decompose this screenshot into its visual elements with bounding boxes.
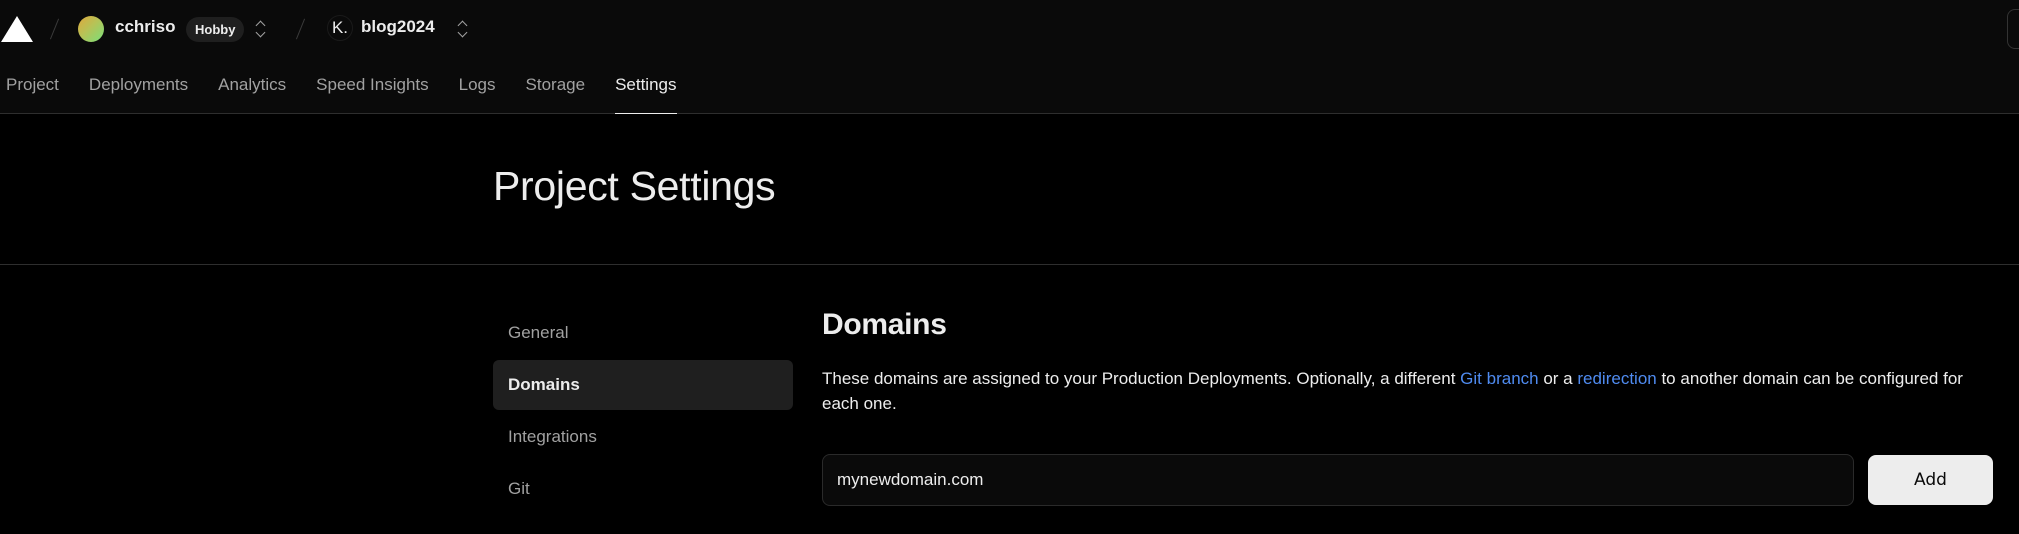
- sidebar-item-git[interactable]: Git: [493, 464, 793, 514]
- page-header: Project Settings: [0, 114, 2019, 265]
- sidebar-item-general[interactable]: General: [493, 308, 793, 358]
- settings-sidebar: General Domains Integrations Git: [493, 308, 793, 516]
- project-icon: K.: [327, 15, 353, 41]
- description-text: or a: [1538, 369, 1578, 388]
- section-title: Domains: [822, 308, 947, 341]
- domains-section: Domains These domains are assigned to yo…: [822, 300, 1997, 506]
- page-title: Project Settings: [493, 163, 776, 209]
- git-branch-link[interactable]: Git branch: [1460, 369, 1538, 388]
- add-domain-button[interactable]: Add: [1868, 455, 1993, 505]
- tab-speed-insights[interactable]: Speed Insights: [301, 58, 443, 114]
- slash-separator-icon: [295, 18, 306, 40]
- team-avatar[interactable]: [78, 16, 104, 42]
- top-bar: cchriso Hobby K. blog2024 Project Deploy…: [0, 0, 2019, 115]
- plan-badge: Hobby: [186, 17, 245, 42]
- redirection-link[interactable]: redirection: [1577, 369, 1656, 388]
- project-tabs: Project Deployments Analytics Speed Insi…: [0, 58, 692, 115]
- sidebar-item-domains[interactable]: Domains: [493, 360, 793, 410]
- sidebar-item-integrations[interactable]: Integrations: [493, 412, 793, 462]
- project-switcher-chevron-icon[interactable]: [456, 19, 468, 39]
- project-name[interactable]: blog2024: [361, 17, 435, 37]
- tab-deployments[interactable]: Deployments: [74, 58, 203, 114]
- slash-separator-icon: [49, 18, 60, 40]
- tab-analytics[interactable]: Analytics: [203, 58, 301, 114]
- team-switcher-chevron-icon[interactable]: [254, 19, 266, 39]
- section-description: These domains are assigned to your Produ…: [822, 366, 1982, 416]
- domain-input[interactable]: [822, 454, 1854, 506]
- tab-project[interactable]: Project: [0, 58, 74, 114]
- tab-logs[interactable]: Logs: [444, 58, 511, 114]
- vercel-logo-icon[interactable]: [1, 16, 33, 42]
- top-right-button[interactable]: [2007, 9, 2019, 49]
- team-name[interactable]: cchriso: [115, 17, 175, 37]
- scope-selector-row: cchriso Hobby K. blog2024: [0, 0, 2019, 58]
- add-domain-row: Add: [822, 454, 1994, 506]
- tab-settings[interactable]: Settings: [600, 58, 691, 115]
- description-text: These domains are assigned to your Produ…: [822, 369, 1461, 388]
- tab-storage[interactable]: Storage: [511, 58, 601, 114]
